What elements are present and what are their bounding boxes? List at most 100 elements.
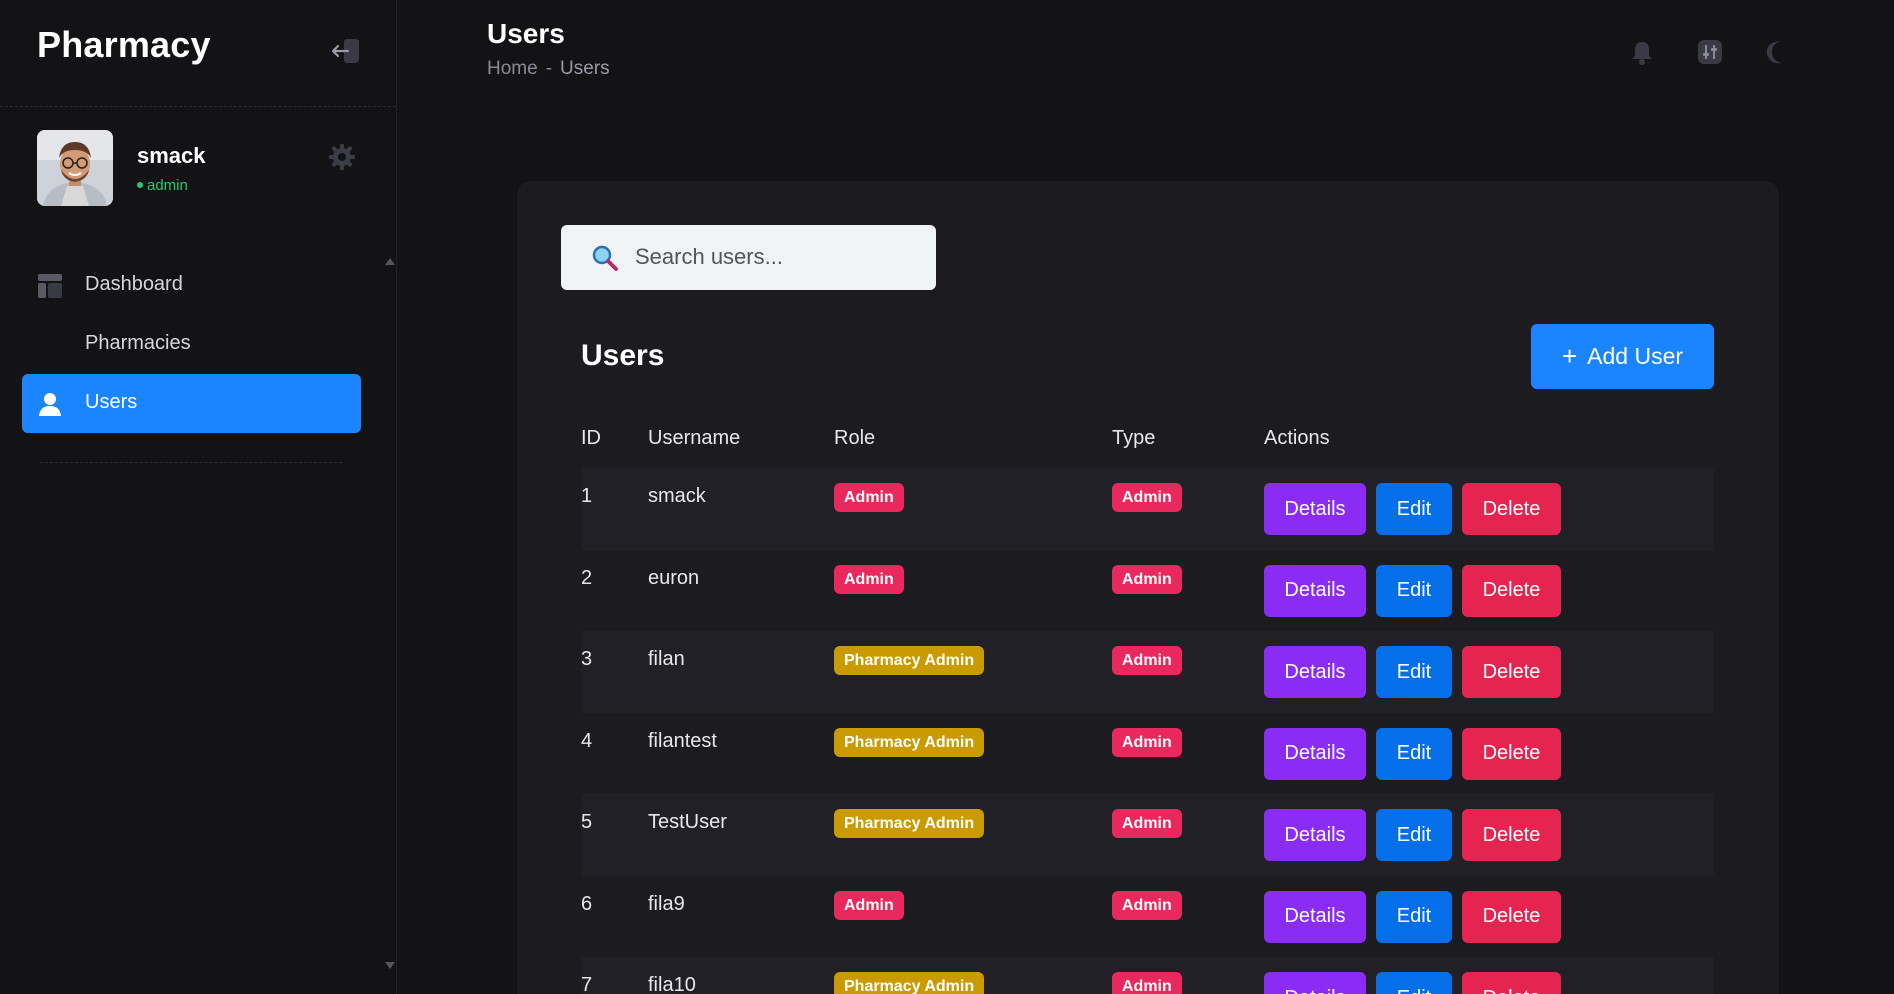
sidebar-item-label: Pharmacies: [85, 332, 191, 354]
sliders-icon[interactable]: [1694, 36, 1726, 68]
edit-button[interactable]: Edit: [1376, 646, 1452, 698]
role-badge: Admin: [834, 564, 904, 594]
table-row: 6 fila9 Admin Admin Details Edit Delete: [581, 876, 1714, 958]
collapse-arrow-icon: [331, 39, 359, 63]
avatar[interactable]: [37, 130, 113, 206]
gear-icon[interactable]: [327, 142, 357, 172]
add-user-button[interactable]: + Add User: [1531, 324, 1714, 389]
role-badge: Admin: [834, 483, 904, 512]
role-badge: Pharmacy Admin: [834, 646, 985, 675]
cell-id: 4: [581, 729, 593, 752]
search-icon: [591, 244, 619, 272]
delete-button[interactable]: Delete: [1462, 972, 1561, 994]
search-box: [561, 225, 936, 290]
app-root: Pharmacy smack admin Dashboard Pharmacie…: [0, 0, 1894, 994]
details-button[interactable]: Details: [1264, 646, 1366, 698]
page-title: Users: [487, 18, 565, 49]
sidebar-item-pharmacies[interactable]: Pharmacies: [22, 315, 361, 374]
sidebar-scroll-up-arrow[interactable]: [385, 258, 395, 265]
type-badge: Admin: [1112, 809, 1182, 838]
table-row: 1 smack Admin Admin Details Edit Delete: [581, 468, 1714, 550]
edit-button[interactable]: Edit: [1376, 890, 1452, 943]
cell-username: euron: [648, 566, 700, 589]
role-badge: Pharmacy Admin: [834, 727, 985, 757]
edit-button[interactable]: Edit: [1376, 972, 1452, 994]
add-user-label: Add User: [1587, 343, 1684, 369]
type-badge: Admin: [1112, 646, 1182, 675]
table-row: 2 euron Admin Admin Details Edit Delete: [581, 550, 1714, 632]
edit-button[interactable]: Edit: [1376, 564, 1452, 617]
cell-username: fila10: [648, 974, 696, 994]
sidebar-scroll-down-arrow[interactable]: [385, 962, 395, 969]
sidebar-item-dashboard[interactable]: Dashboard: [22, 256, 361, 315]
cell-username: smack: [648, 485, 706, 507]
type-badge: Admin: [1112, 972, 1182, 994]
edit-button[interactable]: Edit: [1376, 809, 1452, 861]
breadcrumb-home-link[interactable]: Home: [487, 58, 538, 79]
table-header: ID Username Role Type Actions: [581, 421, 1714, 468]
plus-icon: +: [1561, 341, 1578, 371]
details-button[interactable]: Details: [1264, 972, 1366, 994]
cell-id: 5: [581, 811, 593, 833]
details-button[interactable]: Details: [1264, 890, 1366, 943]
cell-username: filan: [648, 648, 685, 670]
brand-logo[interactable]: Pharmacy: [37, 24, 211, 66]
breadcrumb-separator: -: [545, 58, 553, 79]
column-header-actions: Actions: [1264, 427, 1330, 449]
user-profile: smack admin: [37, 130, 367, 210]
table-row: 4 filantest Pharmacy Admin Admin Details…: [581, 713, 1714, 795]
delete-button[interactable]: Delete: [1462, 483, 1561, 535]
edit-button[interactable]: Edit: [1376, 483, 1452, 535]
sidebar: Pharmacy smack admin Dashboard Pharmacie…: [0, 0, 397, 994]
column-header-username[interactable]: Username: [648, 427, 740, 450]
column-header-role[interactable]: Role: [834, 427, 875, 450]
card-title: Users: [581, 339, 665, 372]
sidebar-header: Pharmacy: [0, 0, 396, 107]
details-button[interactable]: Details: [1264, 483, 1366, 535]
edit-button[interactable]: Edit: [1376, 727, 1452, 780]
role-badge: Admin: [834, 890, 904, 920]
details-button[interactable]: Details: [1264, 809, 1366, 861]
bell-icon[interactable]: [1626, 36, 1658, 68]
column-header-id[interactable]: ID: [581, 427, 601, 450]
role-badge: Pharmacy Admin: [834, 809, 985, 838]
user-role: admin: [137, 177, 188, 194]
delete-button[interactable]: Delete: [1462, 646, 1561, 698]
cell-id: 2: [581, 566, 593, 589]
dashboard-icon: [37, 273, 63, 299]
sidebar-menu: Dashboard Pharmacies Users: [22, 256, 361, 433]
type-badge: Admin: [1112, 483, 1182, 512]
delete-button[interactable]: Delete: [1462, 564, 1561, 617]
cell-id: 6: [581, 892, 593, 915]
table-row: 5 TestUser Pharmacy Admin Admin Details …: [581, 794, 1714, 876]
cell-username: fila9: [648, 892, 685, 915]
cell-username: filantest: [648, 729, 717, 752]
sidebar-item-users[interactable]: Users: [22, 374, 361, 433]
user-icon: [37, 391, 63, 417]
breadcrumb: Home - Users: [487, 58, 610, 80]
delete-button[interactable]: Delete: [1462, 809, 1561, 861]
details-button[interactable]: Details: [1264, 727, 1366, 780]
type-badge: Admin: [1112, 564, 1182, 594]
cell-id: 3: [581, 648, 593, 670]
table-row: 7 fila10 Pharmacy Admin Admin Details Ed…: [581, 957, 1714, 994]
sidebar-item-label: Dashboard: [85, 273, 183, 295]
moon-icon[interactable]: [1762, 36, 1794, 68]
role-badge: Pharmacy Admin: [834, 972, 985, 994]
user-name: smack: [137, 143, 206, 168]
online-status-dot: [137, 182, 143, 188]
users-card: Users + Add User ID Username Role Type A…: [517, 181, 1779, 994]
sidebar-collapse-button[interactable]: [330, 36, 362, 66]
search-input[interactable]: [635, 237, 915, 277]
header-toolbar: [1620, 36, 1800, 68]
user-role-label: admin: [147, 177, 188, 194]
cell-username: TestUser: [648, 811, 727, 833]
sidebar-divider: [40, 462, 342, 463]
delete-button[interactable]: Delete: [1462, 727, 1561, 780]
avatar-image: [37, 130, 113, 206]
cell-id: 7: [581, 974, 593, 994]
cell-id: 1: [581, 485, 593, 507]
column-header-type[interactable]: Type: [1112, 427, 1155, 450]
details-button[interactable]: Details: [1264, 564, 1366, 617]
delete-button[interactable]: Delete: [1462, 890, 1561, 943]
